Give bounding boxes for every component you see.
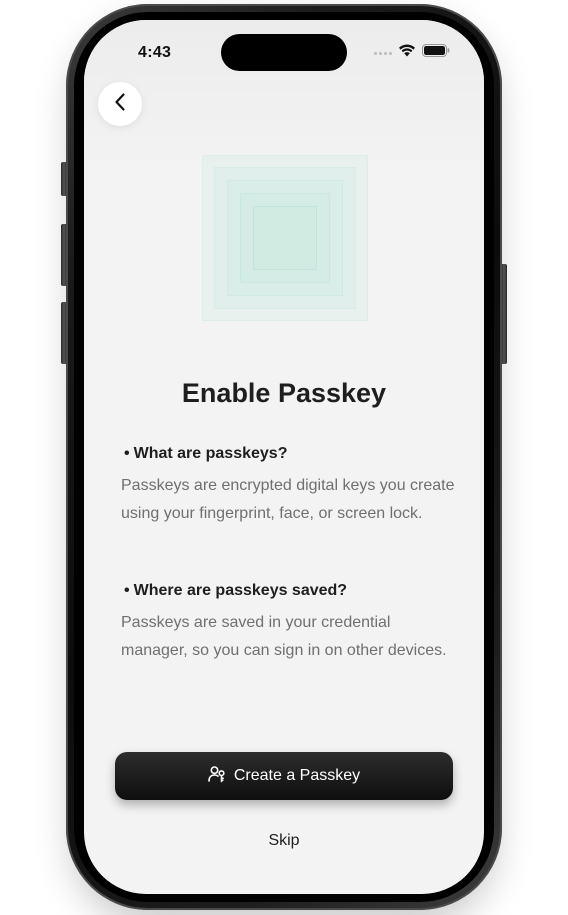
cellular-signal-icon — [374, 51, 392, 55]
skip-button[interactable]: Skip — [84, 832, 484, 850]
section-heading-what: • What are passkeys? — [124, 445, 287, 463]
bullet: • — [124, 582, 130, 599]
status-time: 4:43 — [138, 44, 172, 61]
app-screen: 4:43 Enable Passkey • What are passkeys?… — [84, 20, 484, 894]
wifi-icon — [398, 44, 416, 62]
dynamic-island — [221, 34, 347, 71]
create-passkey-button[interactable]: Create a Passkey — [115, 752, 453, 800]
section-body-what: Passkeys are encrypted digital keys you … — [121, 477, 455, 522]
section-heading-text: What are passkeys? — [133, 445, 288, 462]
page-title: Enable Passkey — [181, 378, 387, 408]
bullet: • — [124, 445, 130, 462]
user-key-icon — [208, 765, 226, 788]
status-icons — [374, 44, 450, 62]
device-frame: 4:43 Enable Passkey • What are passkeys?… — [0, 0, 568, 915]
section-body-where: Passkeys are saved in your credential ma… — [121, 614, 447, 659]
back-button[interactable] — [98, 82, 142, 126]
battery-icon — [422, 44, 450, 62]
chevron-left-icon — [113, 92, 127, 117]
section-heading-text: Where are passkeys saved? — [133, 582, 348, 599]
passkey-illustration — [202, 155, 368, 321]
create-passkey-label: Create a Passkey — [233, 767, 361, 784]
section-heading-where: • Where are passkeys saved? — [124, 582, 347, 600]
